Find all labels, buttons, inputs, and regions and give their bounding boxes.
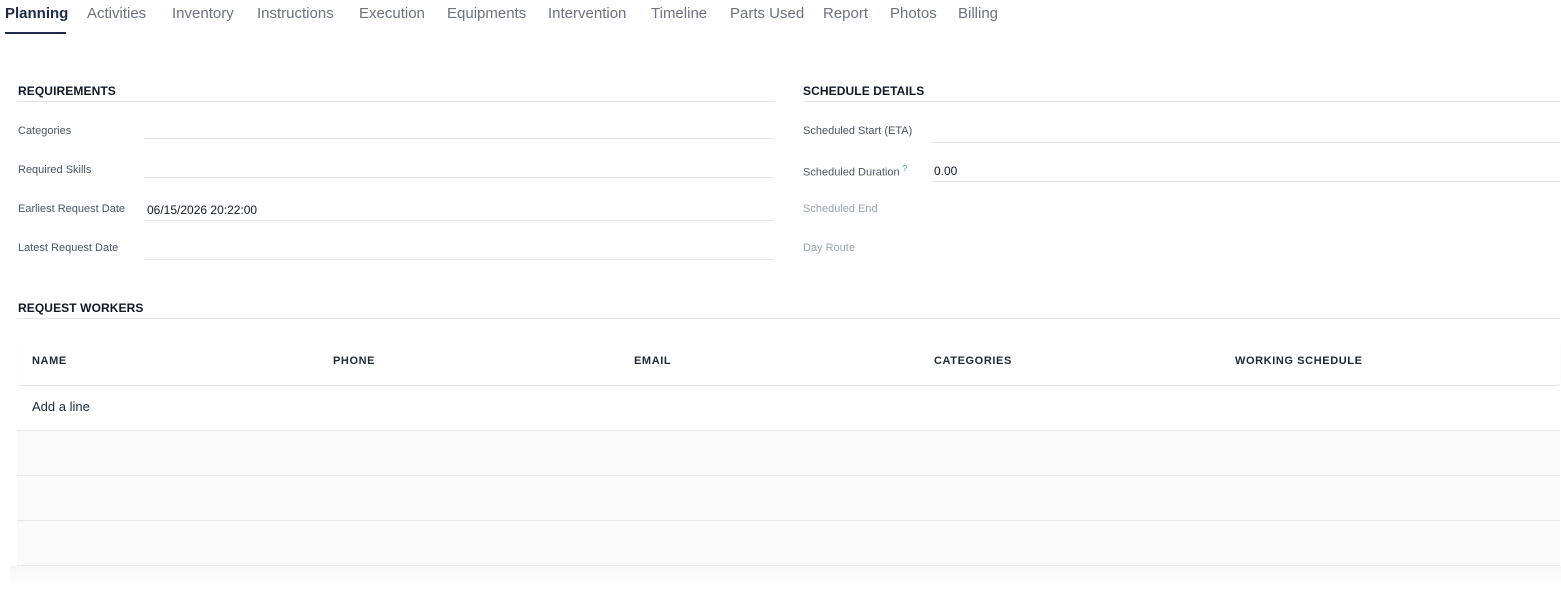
schedule-details-heading: SCHEDULE DETAILS — [803, 84, 925, 98]
categories-field[interactable] — [144, 117, 774, 139]
column-header-categories[interactable]: CATEGORIES — [934, 355, 1012, 367]
column-header-phone[interactable]: PHONE — [333, 355, 375, 367]
tab-report[interactable]: Report — [823, 5, 868, 23]
table-bottom-shadow — [10, 566, 1561, 588]
request-workers-divider — [17, 318, 1560, 319]
required-skills-label: Required Skills — [18, 164, 92, 176]
tab-execution[interactable]: Execution — [359, 5, 425, 23]
scheduled-start-field[interactable] — [931, 121, 1560, 143]
column-header-name[interactable]: NAME — [32, 355, 67, 367]
tab-photos[interactable]: Photos — [890, 5, 937, 23]
column-header-email[interactable]: EMAIL — [634, 355, 671, 367]
active-tab-indicator — [5, 32, 66, 34]
tab-billing[interactable]: Billing — [958, 5, 998, 23]
tab-inventory[interactable]: Inventory — [172, 5, 234, 23]
earliest-request-date-field[interactable]: 06/15/2026 20:22:00 — [144, 199, 774, 221]
tab-activities[interactable]: Activities — [87, 5, 146, 23]
scheduled-start-label: Scheduled Start (ETA) — [803, 125, 913, 137]
request-workers-heading: REQUEST WORKERS — [18, 301, 144, 315]
requirements-divider — [17, 101, 775, 102]
latest-request-date-field[interactable] — [144, 238, 774, 260]
tab-planning[interactable]: Planning — [5, 5, 68, 23]
column-header-working-schedule[interactable]: WORKING SCHEDULE — [1235, 355, 1363, 367]
scheduled-duration-field[interactable]: 0.00 — [931, 160, 1560, 182]
day-route-label: Day Route — [803, 242, 855, 254]
table-row — [17, 521, 1560, 566]
scheduled-duration-label: Scheduled Duration? — [803, 164, 907, 179]
earliest-request-date-label: Earliest Request Date — [18, 203, 125, 215]
tab-equipments[interactable]: Equipments — [447, 5, 526, 23]
tab-bar: Planning Activities Inventory Instructio… — [0, 0, 1561, 36]
latest-request-date-label: Latest Request Date — [18, 242, 119, 254]
categories-label: Categories — [18, 125, 72, 137]
tab-instructions[interactable]: Instructions — [257, 5, 334, 23]
table-row — [17, 431, 1560, 476]
requirements-heading: REQUIREMENTS — [18, 84, 116, 98]
tab-parts-used[interactable]: Parts Used — [730, 5, 804, 23]
tab-timeline[interactable]: Timeline — [651, 5, 707, 23]
table-row — [17, 386, 1560, 431]
table-row — [17, 476, 1560, 521]
scheduled-duration-label-text: Scheduled Duration — [803, 166, 900, 179]
schedule-divider — [803, 101, 1560, 102]
scheduled-end-label: Scheduled End — [803, 203, 878, 215]
add-line-link[interactable]: Add a line — [32, 399, 90, 414]
workers-table-header: NAME PHONE EMAIL CATEGORIES WORKING SCHE… — [17, 339, 1560, 386]
help-tooltip-icon[interactable]: ? — [903, 164, 907, 173]
tab-intervention[interactable]: Intervention — [548, 5, 626, 23]
required-skills-field[interactable] — [144, 156, 774, 178]
